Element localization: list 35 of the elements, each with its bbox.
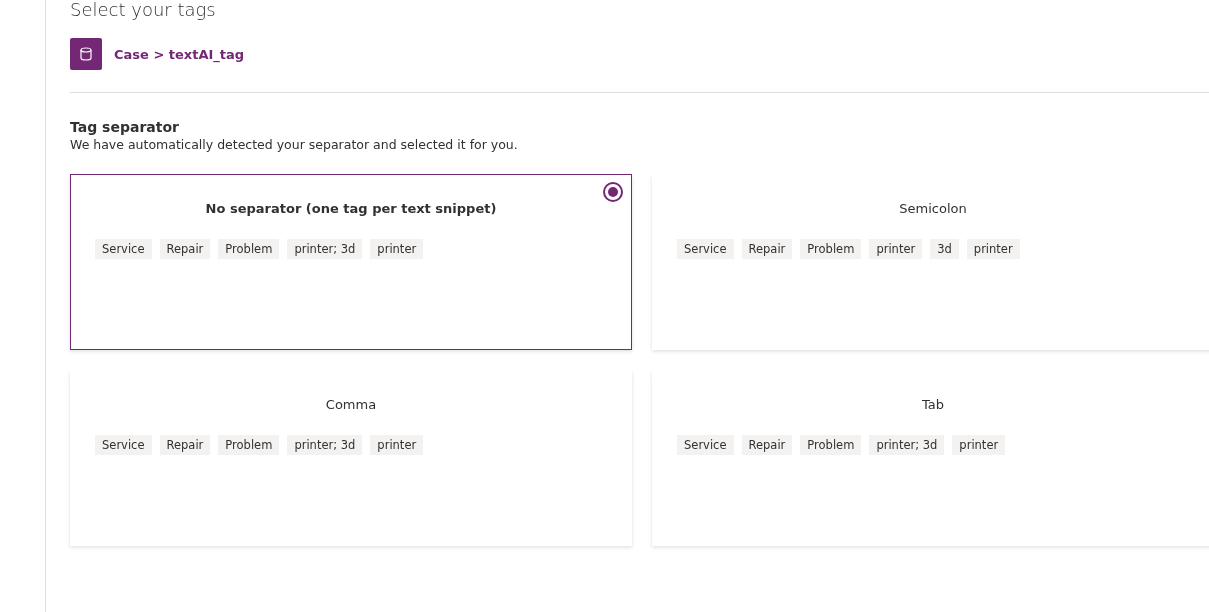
tag-chip: printer: [370, 239, 424, 259]
separator-option-card[interactable]: Comma Service Repair Problem printer; 3d printer: [70, 370, 632, 546]
radio-button[interactable]: [603, 182, 623, 202]
option-label: Comma: [324, 397, 378, 412]
option-label: No separator (one tag per text snippet): [204, 201, 498, 216]
tag-chip: 3d: [930, 239, 959, 259]
tag-chip: Repair: [159, 239, 211, 259]
tag-chip: Problem: [218, 239, 280, 259]
tag-chip: Problem: [800, 239, 862, 259]
tag-chip: Service: [677, 239, 734, 259]
section-title: Tag separator: [70, 119, 180, 135]
tag-chip: Repair: [741, 239, 793, 259]
separator-option-card[interactable]: Tab Service Repair Problem printer; 3d printer: [652, 370, 1209, 546]
tag-chip: printer: [952, 435, 1006, 455]
tag-chip: Repair: [159, 435, 211, 455]
tag-chip: printer; 3d: [287, 239, 363, 259]
page-title: Select your tags: [70, 0, 217, 20]
tag-chip: printer: [966, 239, 1020, 259]
tag-chip: printer; 3d: [287, 435, 363, 455]
separator-option-card[interactable]: Semicolon Service Repair Problem printer 3d printer: [652, 174, 1209, 350]
section-description: We have automatically detected your separator and selected it for you.: [70, 137, 519, 152]
tag-chip: printer: [370, 435, 424, 455]
separator-option-card[interactable]: No separator (one tag per text snippet) Service Repair Problem printer; 3d printer: [70, 174, 632, 350]
option-label: Tab: [921, 397, 945, 412]
tag-chip: Repair: [741, 435, 793, 455]
source-path: Case > textAI_tag: [114, 46, 245, 62]
tag-chip: printer: [869, 239, 923, 259]
tag-chip: Service: [95, 435, 152, 455]
tag-chip: Problem: [218, 435, 280, 455]
tag-chip: printer; 3d: [869, 435, 945, 455]
tag-chip: Problem: [800, 435, 862, 455]
tag-chip: Service: [677, 435, 734, 455]
option-label: Semicolon: [898, 201, 968, 216]
database-icon: [70, 38, 102, 70]
tag-chip: Service: [95, 239, 152, 259]
